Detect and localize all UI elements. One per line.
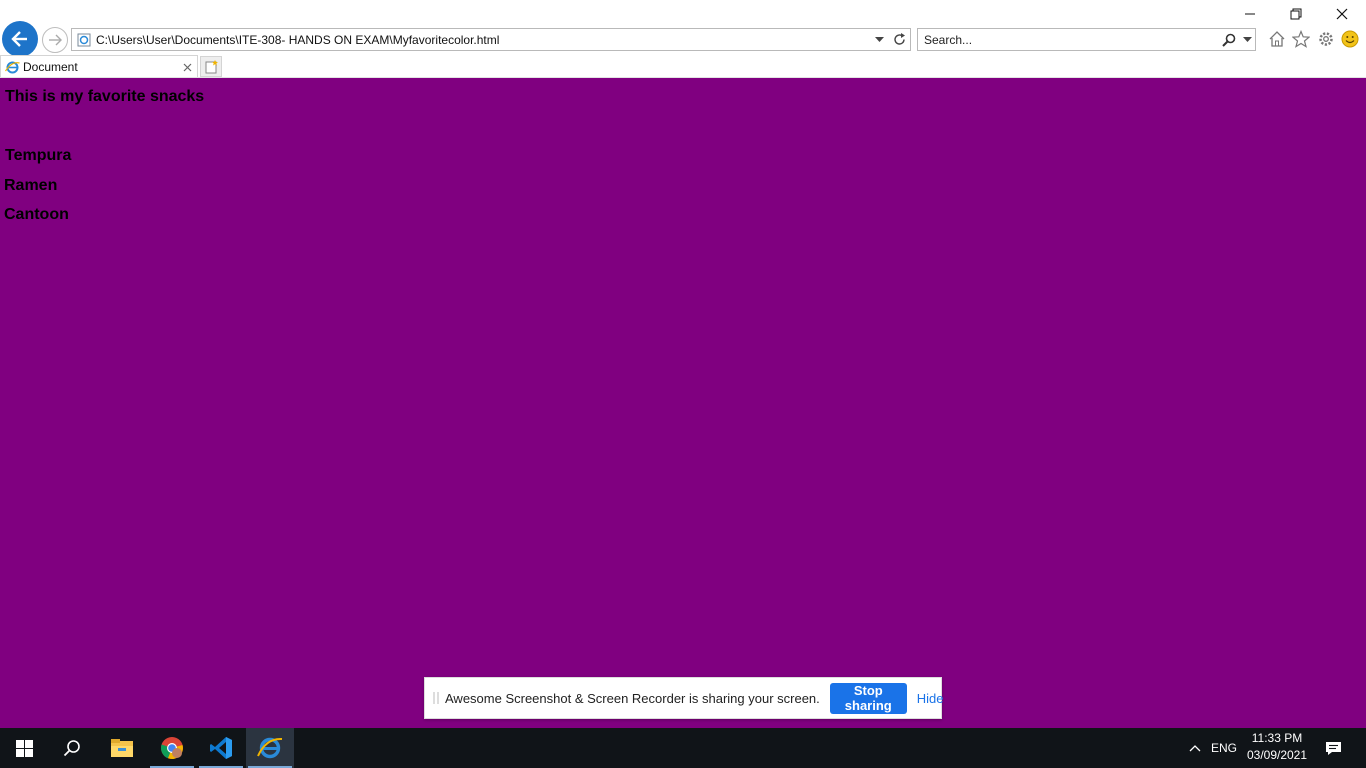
language-indicator[interactable]: ENG [1210,728,1238,768]
taskbar: ENG 11:33 PM 03/09/2021 [0,728,1366,768]
snack-item-cantoon: Cantoon [4,206,69,223]
home-icon[interactable] [1266,28,1288,50]
action-center-button[interactable] [1318,728,1348,768]
file-explorer-icon [111,739,133,757]
close-window-button[interactable] [1319,0,1365,28]
arrow-right-icon [49,34,62,46]
minimize-icon [1245,13,1255,15]
drag-handle-icon[interactable] [433,691,439,705]
taskbar-internet-explorer[interactable] [246,728,294,768]
minimize-button[interactable] [1227,0,1273,28]
smiley-feedback-icon[interactable] [1339,28,1361,50]
restore-button[interactable] [1273,0,1319,28]
clock-date: 03/09/2021 [1246,748,1308,762]
clock-time: 11:33 PM [1251,731,1303,745]
screen-sharing-bar: Awesome Screenshot & Screen Recorder is … [424,677,944,719]
taskbar-chrome[interactable] [148,728,196,768]
search-icon [63,740,80,757]
internet-explorer-icon [257,737,283,759]
search-icon[interactable] [1219,33,1239,47]
arrow-left-icon [11,31,27,47]
snack-item-ramen: Ramen [4,177,58,194]
chevron-up-icon [1189,745,1201,752]
taskbar-vscode[interactable] [197,728,245,768]
search-dropdown-icon[interactable] [1239,36,1255,43]
tab-close-icon[interactable] [177,63,197,72]
start-button[interactable] [0,728,48,768]
back-button[interactable] [2,21,38,57]
snack-item-tempura: Tempura [5,147,72,164]
tab-document[interactable]: Document [0,55,198,78]
taskbar-search-button[interactable] [48,728,96,768]
close-icon [1336,8,1348,20]
address-bar[interactable]: C:\Users\User\Documents\ITE-308- HANDS O… [71,28,911,51]
browser-chrome: C:\Users\User\Documents\ITE-308- HANDS O… [0,0,1366,78]
tray-expand-button[interactable] [1184,728,1206,768]
page-heading: This is my favorite snacks [5,88,205,105]
windows-start-icon [15,739,33,757]
gear-icon[interactable] [1315,28,1337,50]
new-tab-button[interactable] [200,56,222,77]
address-url[interactable]: C:\Users\User\Documents\ITE-308- HANDS O… [96,33,870,47]
notification-icon [1325,741,1341,755]
hide-link[interactable]: Hide [917,691,944,706]
clock[interactable]: 11:33 PM 03/09/2021 [1240,730,1314,764]
restore-icon [1290,8,1302,20]
new-tab-icon [205,59,218,73]
favorites-star-icon[interactable] [1290,28,1312,50]
refresh-icon[interactable] [888,33,910,46]
stop-sharing-button[interactable]: Stop sharing [829,682,907,714]
chrome-icon [161,737,183,760]
ie-page-icon [72,33,96,47]
vscode-icon [210,737,232,759]
search-box[interactable] [917,28,1256,51]
search-input[interactable] [918,32,1219,47]
tab-title: Document [23,60,78,74]
address-dropdown-icon[interactable] [870,36,888,43]
sharing-message: Awesome Screenshot & Screen Recorder is … [445,690,820,706]
forward-button[interactable] [42,27,68,53]
page-content: This is my favorite snacks Tempura Ramen… [0,78,1366,728]
ie-tab-icon [1,60,23,75]
taskbar-file-explorer[interactable] [98,728,146,768]
